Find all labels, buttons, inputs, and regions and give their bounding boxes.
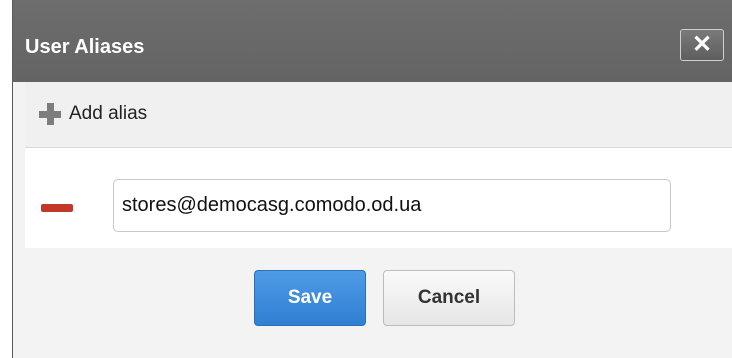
add-alias-button[interactable]: Add alias [39, 98, 147, 130]
close-button[interactable]: ✕ [680, 29, 724, 61]
dialog-footer: Save Cancel [25, 248, 732, 358]
dialog-titlebar: User Aliases ✕ [13, 0, 732, 82]
cancel-button[interactable]: Cancel [383, 270, 515, 326]
alias-list [25, 148, 732, 248]
dialog-toolbar: Add alias [25, 82, 732, 148]
remove-alias-button[interactable] [41, 204, 73, 212]
dialog-title: User Aliases [25, 36, 145, 58]
plus-icon [39, 103, 61, 125]
save-button[interactable]: Save [254, 270, 366, 326]
user-aliases-dialog: User Aliases ✕ Add alias Save Cancel [12, 0, 732, 358]
close-icon: ✕ [691, 31, 713, 58]
add-alias-label: Add alias [69, 103, 148, 124]
alias-input[interactable] [113, 179, 671, 232]
